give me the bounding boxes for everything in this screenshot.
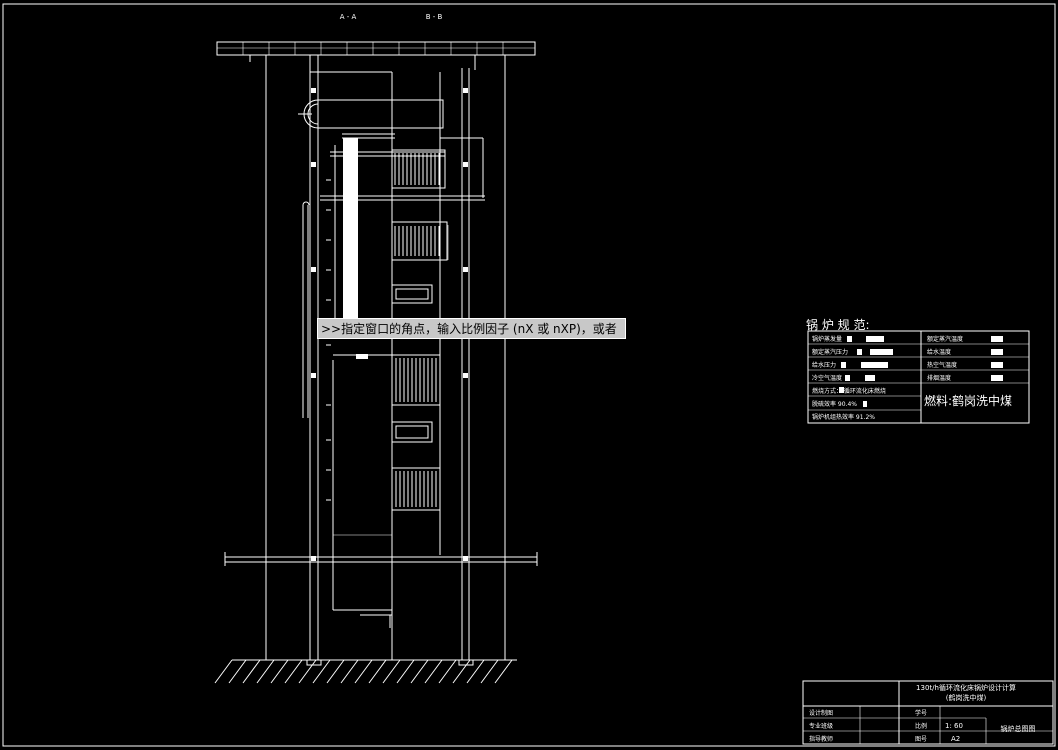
- cad-drawing: A - A B - B 锅 炉 规 范: 锅炉蒸发量 额定蒸汽温度 额定蒸汽压力…: [2, 3, 1056, 747]
- spec-row-3-right: 热空气温度: [927, 361, 957, 369]
- tb-row-3-value: A2: [951, 735, 960, 743]
- spec-row-1-left: 锅炉蒸发量: [812, 335, 842, 343]
- drawing-border: [2, 3, 1056, 747]
- steel-frame: [265, 54, 506, 660]
- spec-row-3-left: 给水压力: [812, 361, 836, 369]
- top-platform: [216, 41, 536, 70]
- spec-table: 锅 炉 规 范: 锅炉蒸发量 额定蒸汽温度 额定蒸汽压力 给水温度 给水压力 热…: [806, 317, 1030, 424]
- title-line-1: 130t/h循环流化床锅炉设计计算: [916, 683, 1016, 692]
- section-label-a: A - A: [340, 13, 357, 21]
- middle-platform: [224, 552, 538, 566]
- drum: [298, 99, 444, 139]
- spec-efficiency-1: 脱硫效率 90.4%: [812, 400, 857, 408]
- tb-drawing-name: 锅炉总图图: [1001, 724, 1036, 733]
- ground-foundation: [214, 659, 517, 684]
- tb-row-2-field: 比例: [915, 722, 927, 730]
- tb-row-2-value: 1: 60: [945, 722, 963, 730]
- tb-row-2-label: 专业班级: [809, 722, 833, 730]
- title-block: 130t/h循环流化床锅炉设计计算 (鹤岗洗中煤) 设计制图 学号 专业班级 比…: [802, 680, 1054, 745]
- wall-ticks: [326, 179, 331, 501]
- spec-row-4-left: 冷空气温度: [812, 374, 842, 382]
- tb-row-1-field: 学号: [915, 709, 927, 717]
- spec-fuel-method: 燃烧方式： 循环流化床燃烧: [812, 387, 886, 395]
- spec-row-2-right: 给水温度: [927, 348, 951, 356]
- spec-fuel: 燃料:鹤岗洗中煤: [924, 393, 1012, 408]
- section-label-b: B - B: [426, 13, 443, 21]
- spec-row-4-right: 排烟温度: [927, 374, 951, 382]
- spec-efficiency-2: 锅炉机组热效率 91.2%: [812, 413, 875, 421]
- tb-row-3-label: 指导教师: [809, 735, 833, 743]
- spec-title: 锅 炉 规 范:: [806, 317, 870, 332]
- tb-row-3-field: 图号: [915, 736, 927, 743]
- spec-row-2-left: 额定蒸汽压力: [812, 348, 848, 356]
- command-prompt-tooltip: >>指定窗口的角点，输入比例因子 (nX 或 nXP)，或者: [317, 318, 626, 339]
- tb-row-1-label: 设计制图: [809, 709, 833, 717]
- title-line-2: (鹤岗洗中煤): [946, 693, 987, 702]
- spec-row-1-right: 额定蒸汽温度: [927, 335, 963, 343]
